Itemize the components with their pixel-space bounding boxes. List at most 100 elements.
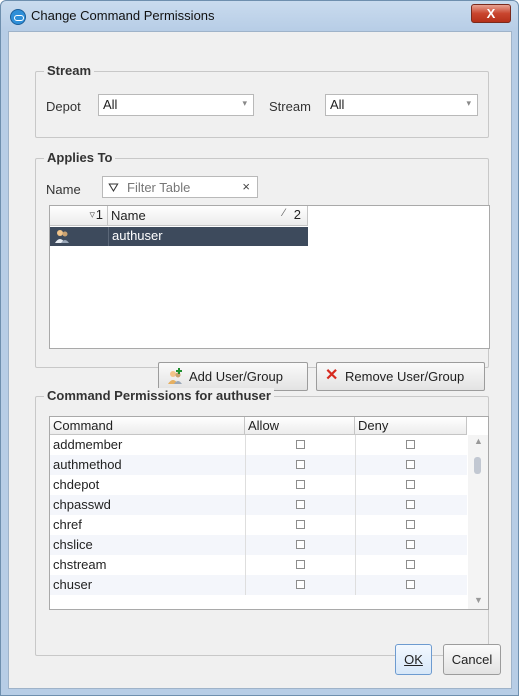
deny-checkbox[interactable] — [406, 580, 415, 589]
deny-checkbox[interactable] — [406, 440, 415, 449]
deny-checkbox[interactable] — [406, 540, 415, 549]
permissions-table[interactable]: Command Allow Deny addmember authmethod ch… — [49, 416, 489, 610]
deny-checkbox[interactable] — [406, 480, 415, 489]
column-divider — [245, 455, 246, 475]
column-header-allow[interactable]: Allow — [245, 417, 355, 435]
column-divider — [245, 435, 246, 455]
ok-label: OK — [404, 652, 423, 667]
table-row[interactable]: chuser — [50, 575, 467, 595]
allow-checkbox[interactable] — [296, 540, 305, 549]
depot-select-value: All — [103, 97, 118, 112]
column-divider — [245, 495, 246, 515]
filter-icon: ⛛ — [108, 180, 119, 195]
dialog-window: Change Command Permissions X Stream Depo… — [0, 0, 519, 696]
filter-table-input[interactable] — [125, 179, 244, 196]
sort-order: 2 — [293, 207, 301, 222]
column-divider — [245, 475, 246, 495]
table-row[interactable]: chdepot — [50, 475, 467, 495]
scroll-up-icon[interactable]: ▲ — [474, 436, 483, 446]
table-row[interactable]: chpasswd — [50, 495, 467, 515]
table-row-selected[interactable]: authuser — [50, 227, 308, 246]
applies-to-group: Applies To Name ⛛ × ▿ 1 Name ⁄ 2 — [35, 150, 490, 391]
column-divider — [355, 515, 356, 535]
sort-order: 1 — [95, 207, 103, 222]
column-divider — [355, 435, 356, 455]
vertical-scrollbar[interactable]: ▲ ▼ — [468, 435, 488, 609]
command-name: chslice — [53, 537, 93, 552]
user-icon — [54, 228, 70, 244]
scroll-down-icon[interactable]: ▼ — [474, 595, 483, 605]
stream-select-value: All — [330, 97, 345, 112]
applies-to-group-title: Applies To — [44, 150, 116, 165]
app-icon — [10, 9, 26, 25]
column-header-name[interactable]: Name ⁄ 2 — [108, 206, 308, 226]
table-row[interactable]: chref — [50, 515, 467, 535]
allow-checkbox[interactable] — [296, 500, 305, 509]
title-bar[interactable]: Change Command Permissions X — [1, 1, 518, 31]
stream-select[interactable]: All ▾ — [325, 94, 478, 116]
command-name: chref — [53, 517, 82, 532]
add-user-group-button[interactable]: Add User/Group — [158, 362, 308, 391]
column-divider — [355, 455, 356, 475]
column-header-command[interactable]: Command — [50, 417, 245, 435]
column-header-icon[interactable]: ▿ 1 — [50, 206, 108, 226]
deny-checkbox[interactable] — [406, 460, 415, 469]
chevron-down-icon: ▾ — [242, 98, 247, 108]
filter-table-field[interactable]: ⛛ × — [102, 176, 258, 198]
clear-filter-icon[interactable]: × — [242, 179, 250, 194]
add-user-group-label: Add User/Group — [189, 369, 283, 384]
add-user-icon — [167, 368, 184, 385]
remove-user-group-button[interactable]: ✕ Remove User/Group — [316, 362, 485, 391]
deny-checkbox[interactable] — [406, 500, 415, 509]
column-divider — [355, 555, 356, 575]
command-name: chdepot — [53, 477, 100, 492]
stream-group-title: Stream — [44, 63, 95, 78]
ok-button[interactable]: OK — [395, 644, 432, 675]
depot-label: Depot — [46, 99, 81, 114]
command-permissions-title: Command Permissions for authuser — [44, 388, 274, 403]
allow-checkbox[interactable] — [296, 580, 305, 589]
user-group-table[interactable]: ▿ 1 Name ⁄ 2 authuser — [49, 205, 490, 349]
command-name: chuser — [53, 577, 93, 592]
remove-user-group-label: Remove User/Group — [345, 369, 465, 384]
stream-group: Stream Depot All ▾ Stream All ▾ — [35, 63, 489, 138]
column-divider — [355, 575, 356, 595]
remove-icon: ✕ — [325, 367, 339, 384]
command-name: addmember — [53, 437, 123, 452]
sort-icon: ▿ — [89, 209, 95, 221]
deny-checkbox[interactable] — [406, 520, 415, 529]
window-title: Change Command Permissions — [31, 8, 215, 23]
command-permissions-group: Command Permissions for authuser Command… — [35, 388, 489, 656]
table-row[interactable]: addmember — [50, 435, 467, 455]
chevron-down-icon: ▾ — [466, 98, 471, 108]
depot-select[interactable]: All ▾ — [98, 94, 254, 116]
column-divider — [245, 575, 246, 595]
column-divider — [355, 535, 356, 555]
deny-checkbox[interactable] — [406, 560, 415, 569]
command-name: chstream — [53, 557, 107, 572]
scrollbar-thumb[interactable] — [474, 457, 481, 474]
table-row[interactable]: authmethod — [50, 455, 467, 475]
column-divider — [245, 535, 246, 555]
cancel-button[interactable]: Cancel — [443, 644, 501, 675]
command-name: authmethod — [53, 457, 122, 472]
column-divider — [355, 495, 356, 515]
allow-checkbox[interactable] — [296, 560, 305, 569]
column-header-deny[interactable]: Deny — [355, 417, 467, 435]
table-row[interactable]: chstream — [50, 555, 467, 575]
allow-checkbox[interactable] — [296, 440, 305, 449]
column-divider — [245, 555, 246, 575]
cancel-label: Cancel — [451, 652, 493, 667]
column-header-name-label: Name — [111, 208, 146, 223]
close-button[interactable]: X — [471, 4, 511, 23]
stream-label: Stream — [269, 99, 311, 114]
allow-checkbox[interactable] — [296, 480, 305, 489]
allow-checkbox[interactable] — [296, 460, 305, 469]
sort-icon: ⁄ — [283, 207, 285, 219]
column-divider — [245, 515, 246, 535]
column-divider — [355, 475, 356, 495]
dialog-content: Stream Depot All ▾ Stream All ▾ Applies … — [8, 31, 512, 689]
table-row[interactable]: chslice — [50, 535, 467, 555]
allow-checkbox[interactable] — [296, 520, 305, 529]
user-name: authuser — [112, 228, 163, 243]
